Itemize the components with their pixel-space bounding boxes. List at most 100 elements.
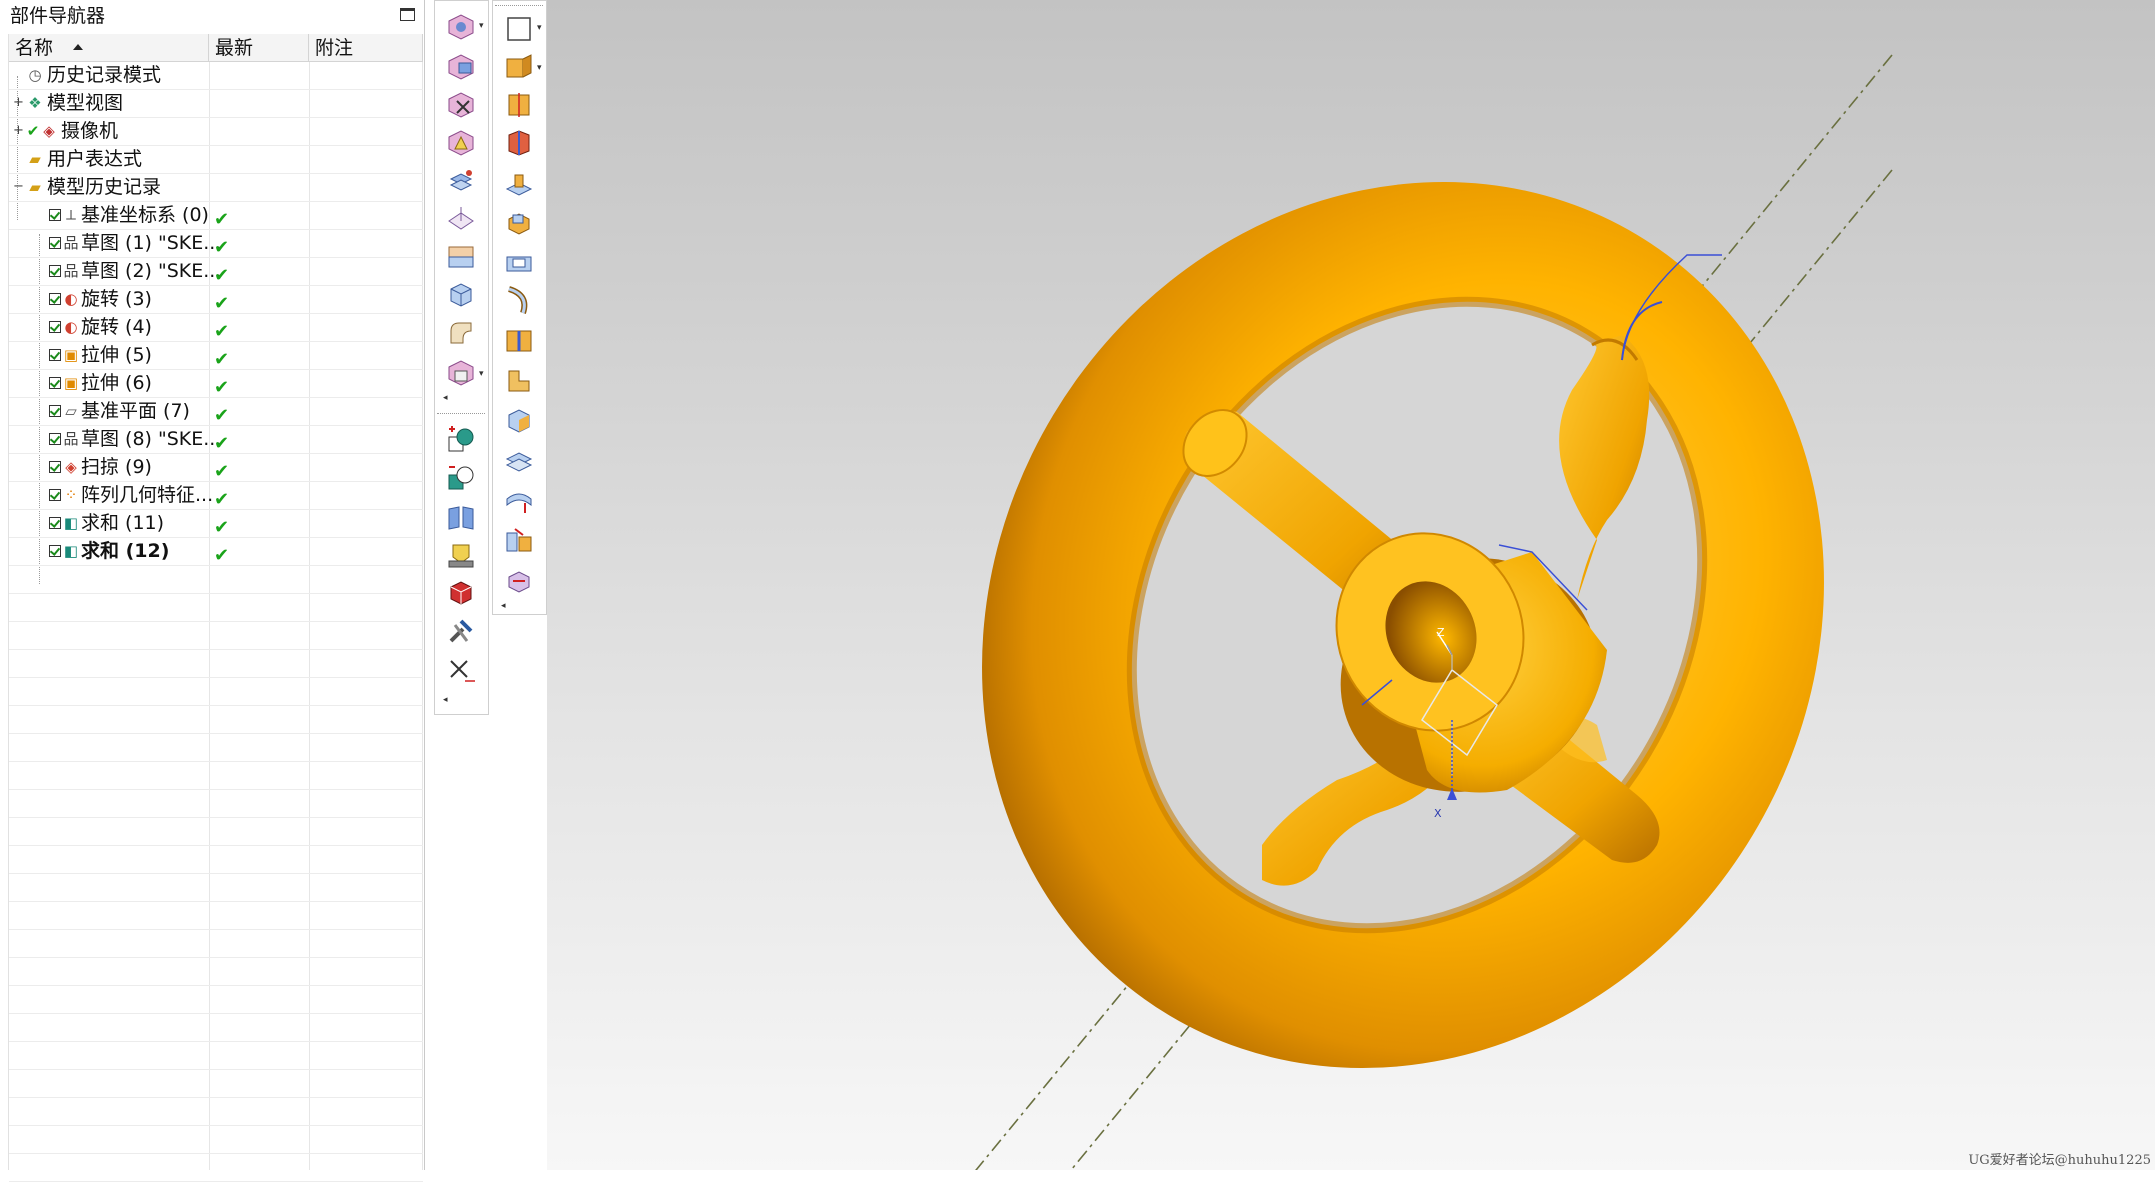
subtract-button[interactable] (445, 463, 477, 495)
feature-label: 草图 (1) "SKE... (81, 232, 222, 254)
tree-node-cameras[interactable]: + ✔ ◈ 摄像机 (9, 118, 423, 146)
checkmark-icon: ✔ (26, 122, 40, 140)
unite-button[interactable] (445, 425, 477, 457)
body-button[interactable] (445, 577, 477, 609)
sketch-icon: 品 (63, 262, 79, 280)
scroll-left-icon[interactable]: ◂ (443, 393, 448, 403)
boss-button[interactable] (503, 169, 535, 201)
feature-row[interactable]: ▣ 拉伸 (6) ✔ (9, 370, 423, 398)
maximize-icon[interactable] (400, 8, 415, 21)
sketch-plane-button[interactable] (503, 13, 535, 45)
extrude-button[interactable] (503, 51, 535, 83)
tree-node-label: 模型视图 (47, 92, 124, 114)
pad-button[interactable] (503, 207, 535, 239)
feature-row[interactable]: ▱ 基准平面 (7) ✔ (9, 398, 423, 426)
feature-row[interactable]: 品 草图 (1) "SKE... ✔ (9, 230, 423, 258)
block-button[interactable] (445, 279, 477, 311)
feature-row[interactable]: 品 草图 (2) "SKE... ✔ (9, 258, 423, 286)
mirror-button[interactable] (445, 501, 477, 533)
tree-node-label: 历史记录模式 (47, 64, 162, 86)
tree-node-user-expressions[interactable]: ▰ 用户表达式 (9, 146, 423, 174)
more-features-button[interactable] (445, 357, 477, 389)
move-face-button[interactable] (503, 565, 535, 597)
hole-button[interactable] (503, 127, 535, 159)
extract-geometry-button[interactable] (445, 539, 477, 571)
chamfer-button[interactable] (503, 365, 535, 397)
offset-face-button[interactable] (445, 165, 477, 197)
scroll-left-icon[interactable]: ◂ (443, 695, 448, 705)
feature-row[interactable]: ⁘ 阵列几何特征... ✔ (9, 482, 423, 510)
feature-checkbox[interactable] (49, 433, 61, 445)
feature-label: 旋转 (4) (81, 316, 152, 338)
tree-node-history-mode[interactable]: ◷ 历史记录模式 (9, 62, 423, 90)
feature-checkbox[interactable] (49, 349, 61, 361)
empty-row (9, 1154, 423, 1182)
feature-row[interactable]: ◧ 求和 (11) ✔ (9, 510, 423, 538)
column-header-name[interactable]: 名称 (9, 34, 209, 62)
folder-icon: ▰ (29, 150, 41, 168)
tree-node-label: 用户表达式 (47, 148, 143, 170)
empty-row (9, 762, 423, 790)
feature-row[interactable]: ◐ 旋转 (3) ✔ (9, 286, 423, 314)
scroll-left-icon[interactable]: ◂ (501, 601, 506, 611)
replace-face-button[interactable] (503, 525, 535, 557)
feature-row[interactable]: ▣ 拉伸 (5) ✔ (9, 342, 423, 370)
feature-checkbox[interactable] (49, 545, 61, 557)
dropdown-arrow-icon[interactable]: ▾ (479, 21, 484, 31)
feature-row[interactable]: ◈ 扫掠 (9) ✔ (9, 454, 423, 482)
sweep-button[interactable] (445, 51, 477, 83)
tree-node-model-history[interactable]: − ▰ 模型历史记录 (9, 174, 423, 202)
edge-blend-button[interactable] (445, 317, 477, 349)
graphics-viewport[interactable]: Z X UG爱好者论坛@huhuhu1225 (547, 0, 2155, 1170)
expand-icon[interactable]: + (13, 96, 24, 109)
pocket-button[interactable] (503, 245, 535, 277)
feature-row[interactable]: ⟂ 基准坐标系 (0) ✔ (9, 202, 423, 230)
draft-button[interactable] (445, 127, 477, 159)
column-header-latest[interactable]: 最新 (209, 34, 309, 62)
empty-row (9, 650, 423, 678)
feature-checkbox[interactable] (49, 461, 61, 473)
feature-checkbox[interactable] (49, 321, 61, 333)
sweep-along-guide-button[interactable] (503, 285, 535, 317)
feature-checkbox[interactable] (49, 377, 61, 389)
dropdown-arrow-icon[interactable]: ▾ (479, 369, 484, 379)
feature-row-current[interactable]: ◧ 求和 (12) ✔ (9, 538, 423, 566)
thread-button[interactable] (503, 485, 535, 517)
feature-checkbox[interactable] (49, 405, 61, 417)
empty-row (9, 790, 423, 818)
trim-body-button[interactable] (445, 89, 477, 121)
datum-plane-button[interactable] (445, 203, 477, 235)
feature-label: 旋转 (3) (81, 288, 152, 310)
revolve-button[interactable] (503, 89, 535, 121)
delete-button[interactable] (445, 655, 477, 687)
camera-icon: ◈ (43, 122, 55, 140)
expand-icon[interactable]: + (13, 124, 24, 137)
empty-row (9, 1014, 423, 1042)
feature-checkbox[interactable] (49, 265, 61, 277)
feature-row[interactable]: 品 草图 (8) "SKE... ✔ (9, 426, 423, 454)
up-to-date-check: ✔ (214, 545, 230, 566)
shell-button[interactable] (503, 405, 535, 437)
feature-label: 阵列几何特征... (81, 484, 214, 506)
feature-checkbox[interactable] (49, 517, 61, 529)
feature-checkbox[interactable] (49, 237, 61, 249)
feature-checkbox[interactable] (49, 209, 61, 221)
dropdown-arrow-icon[interactable]: ▾ (537, 23, 542, 33)
feature-design-button[interactable] (445, 11, 477, 43)
tools-button[interactable] (445, 615, 477, 647)
up-to-date-check: ✔ (214, 265, 230, 286)
thicken-button[interactable] (445, 241, 477, 273)
groove-button[interactable] (503, 325, 535, 357)
feature-checkbox[interactable] (49, 489, 61, 501)
feature-row[interactable]: ◐ 旋转 (4) ✔ (9, 314, 423, 342)
feature-toolbar-right: ▾ ▾ ◂ (492, 0, 547, 615)
up-to-date-check: ✔ (214, 433, 230, 454)
toolbar-separator (437, 413, 485, 414)
collapse-icon[interactable]: − (13, 180, 24, 193)
tree-node-model-views[interactable]: + ❖ 模型视图 (9, 90, 423, 118)
offset-surface-button[interactable] (503, 445, 535, 477)
dropdown-arrow-icon[interactable]: ▾ (537, 63, 542, 73)
feature-checkbox[interactable] (49, 293, 61, 305)
datum-csys-icon: ⟂ (65, 206, 76, 224)
column-header-notes[interactable]: 附注 (309, 34, 423, 62)
